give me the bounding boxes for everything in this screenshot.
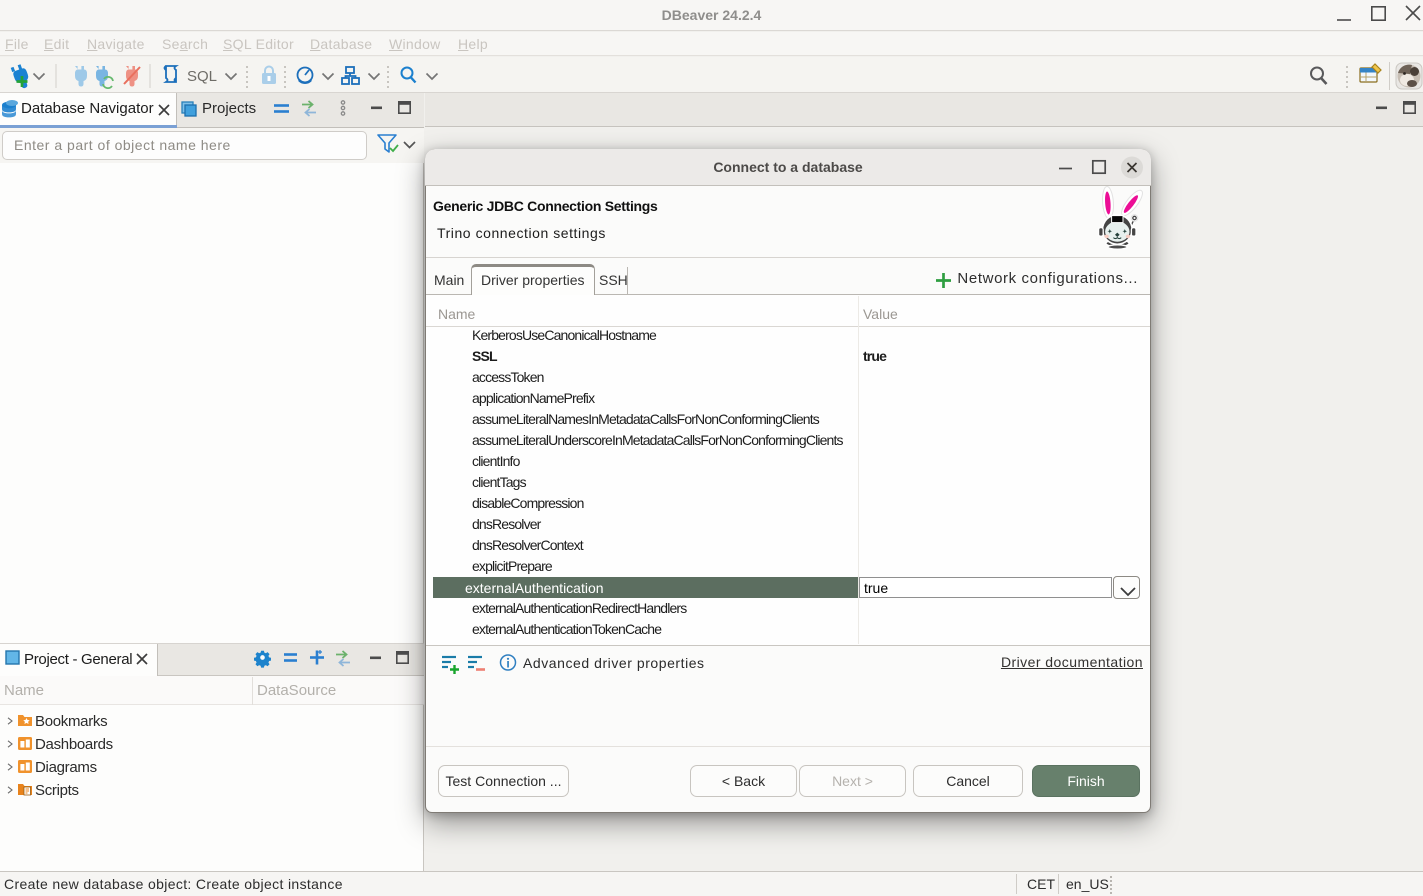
svg-text:SQL: SQL bbox=[187, 68, 217, 85]
